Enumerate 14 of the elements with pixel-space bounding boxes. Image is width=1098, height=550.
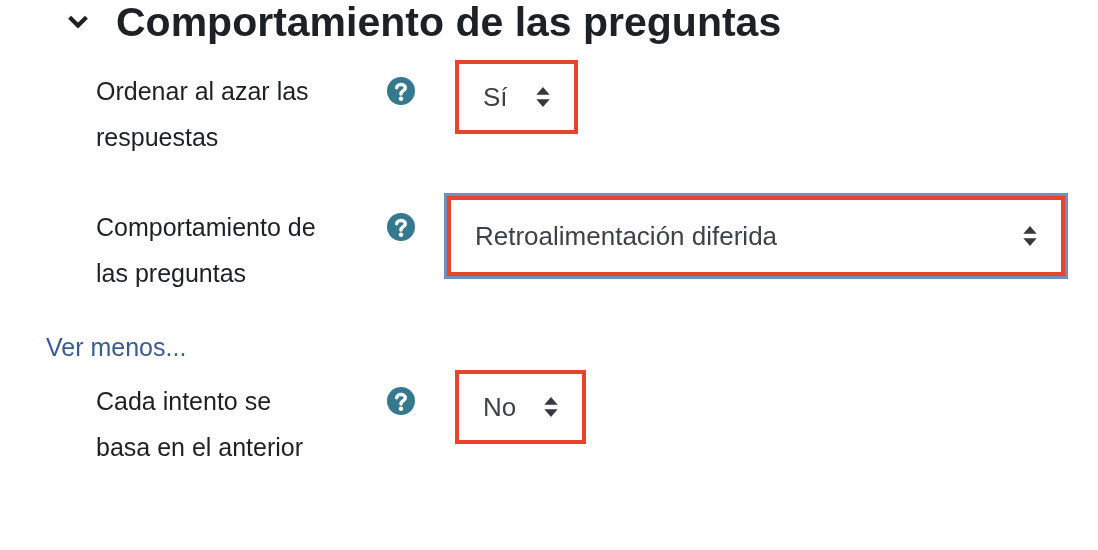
sort-arrows-icon	[535, 87, 550, 107]
help-icon[interactable]	[387, 387, 415, 415]
select-field[interactable]: Retroalimentación diferida	[447, 196, 1065, 276]
help-icon[interactable]	[387, 77, 415, 105]
select-field[interactable]: No	[455, 370, 587, 444]
show-less-link[interactable]: Ver menos...	[46, 333, 187, 361]
select-field[interactable]: Sí	[455, 60, 578, 134]
field-label: Cada intento se basa en el anterior	[96, 386, 305, 463]
field-label: Comportamiento de las preguntas	[96, 212, 317, 289]
help-icon[interactable]	[387, 213, 415, 241]
sort-arrows-icon	[1023, 226, 1037, 246]
section-heading: Comportamiento de las preguntas	[116, 0, 782, 44]
sort-arrows-icon	[544, 397, 559, 417]
field-label: Ordenar al azar las respuestas	[96, 76, 310, 153]
